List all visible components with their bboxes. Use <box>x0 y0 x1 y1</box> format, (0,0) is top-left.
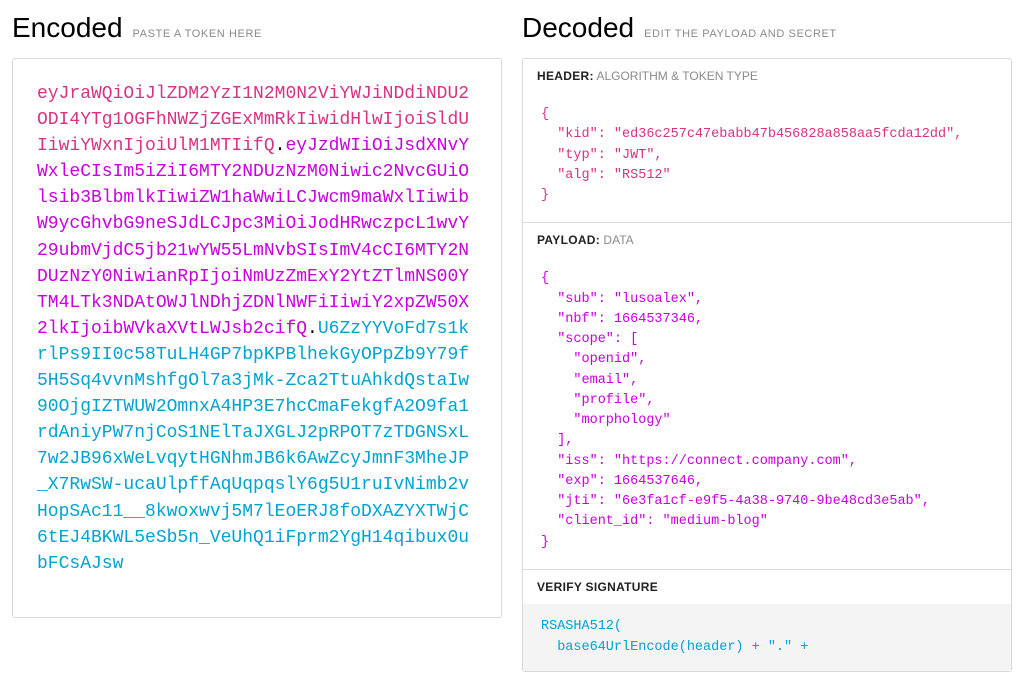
encoded-column: Encoded PASTE A TOKEN HERE eyJraWQiOiJlZ… <box>12 12 502 618</box>
payload-section-label: PAYLOAD: <box>537 233 600 247</box>
encoded-panel[interactable]: eyJraWQiOiJlZDM2YzI1N2M0N2ViYWJiNDdiNDU2… <box>12 58 502 618</box>
decoded-column: Decoded EDIT THE PAYLOAD AND SECRET HEAD… <box>522 12 1012 672</box>
payload-section: PAYLOAD: DATA { "sub": "lusoalex", "nbf"… <box>523 223 1011 570</box>
header-section-label: HEADER: <box>537 69 594 83</box>
token-payload-segment: eyJzdWIiOiJsdXNvYWxleCIsIm5iZiI6MTY2NDUz… <box>37 136 469 339</box>
signature-section-label: VERIFY SIGNATURE <box>537 580 658 594</box>
signature-section-title: VERIFY SIGNATURE <box>523 570 1011 604</box>
header-section-meta: ALGORITHM & TOKEN TYPE <box>596 69 757 83</box>
decoded-title: Decoded <box>522 12 634 44</box>
token-signature-segment: U6ZzYYVoFd7s1krlPs9II0c58TuLH4GP7bpKPBlh… <box>37 319 469 574</box>
main-columns: Encoded PASTE A TOKEN HERE eyJraWQiOiJlZ… <box>12 12 1012 672</box>
encoded-subtitle: PASTE A TOKEN HERE <box>133 28 262 40</box>
encoded-title: Encoded <box>12 12 123 44</box>
decoded-heading: Decoded EDIT THE PAYLOAD AND SECRET <box>522 12 1012 44</box>
payload-json[interactable]: { "sub": "lusoalex", "nbf": 1664537346, … <box>523 257 1011 569</box>
payload-section-meta: DATA <box>603 233 633 247</box>
decoded-panel: HEADER: ALGORITHM & TOKEN TYPE { "kid": … <box>522 58 1012 672</box>
header-section: HEADER: ALGORITHM & TOKEN TYPE { "kid": … <box>523 59 1011 223</box>
decoded-subtitle: EDIT THE PAYLOAD AND SECRET <box>644 28 837 40</box>
signature-section: VERIFY SIGNATURE RSASHA512( base64UrlEnc… <box>523 570 1011 671</box>
header-json[interactable]: { "kid": "ed36c257c47ebabb47b456828a858a… <box>523 93 1011 222</box>
signature-body[interactable]: RSASHA512( base64UrlEncode(header) + "."… <box>523 604 1011 671</box>
header-section-title: HEADER: ALGORITHM & TOKEN TYPE <box>523 59 1011 93</box>
encoded-heading: Encoded PASTE A TOKEN HERE <box>12 12 502 44</box>
token-dot-1: . <box>275 136 286 156</box>
token-dot-2: . <box>307 319 318 339</box>
encoded-token[interactable]: eyJraWQiOiJlZDM2YzI1N2M0N2ViYWJiNDdiNDU2… <box>37 81 477 577</box>
payload-section-title: PAYLOAD: DATA <box>523 223 1011 257</box>
